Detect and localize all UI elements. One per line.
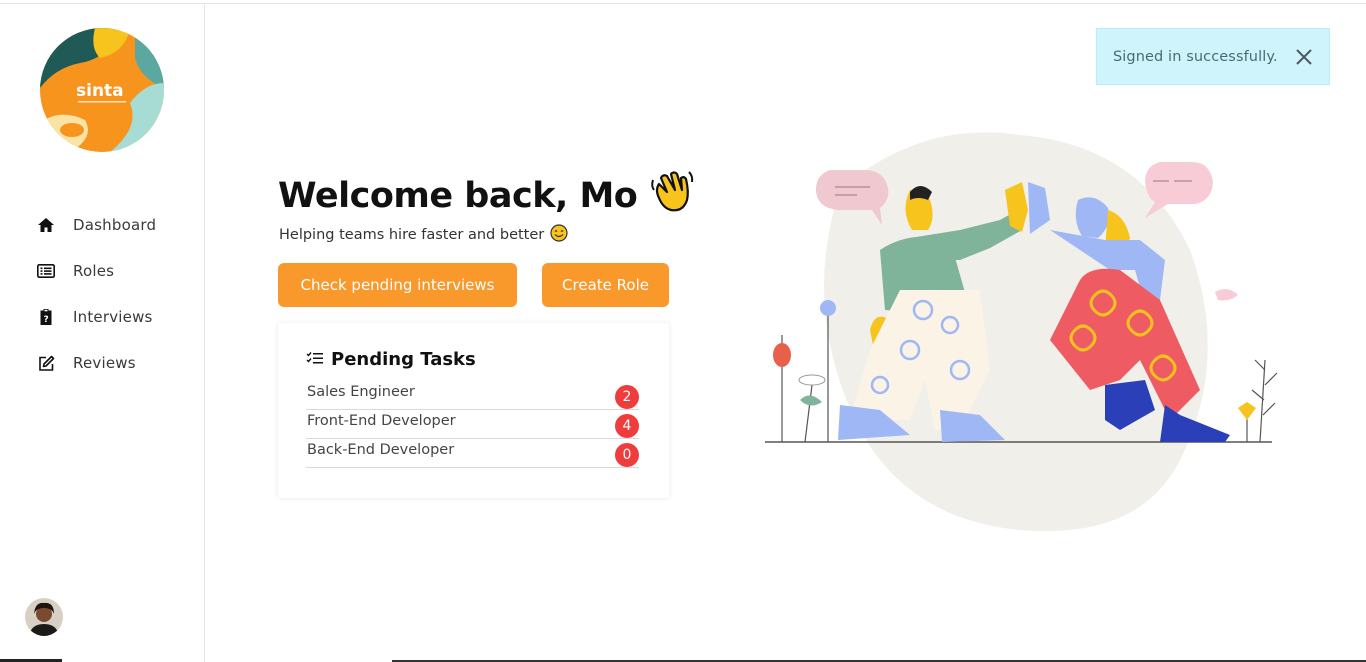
task-row-back-end-developer[interactable]: Back-End Developer 0 bbox=[306, 439, 639, 468]
check-pending-interviews-button[interactable]: Check pending interviews bbox=[278, 263, 517, 307]
pending-tasks-title: Pending Tasks bbox=[331, 349, 476, 370]
create-role-button[interactable]: Create Role bbox=[542, 263, 669, 307]
pending-tasks-card: Pending Tasks Sales Engineer 2 Front-End… bbox=[278, 323, 669, 498]
count-badge: 4 bbox=[615, 414, 639, 438]
count-badge: 0 bbox=[615, 443, 639, 467]
svg-text:?: ? bbox=[44, 315, 49, 325]
welcome-section: Welcome back, Mo bbox=[278, 168, 695, 223]
task-name: Back-End Developer bbox=[307, 442, 455, 458]
count-badge: 2 bbox=[615, 385, 639, 409]
page-title: Welcome back, Mo bbox=[278, 168, 695, 223]
high-five-illustration bbox=[760, 130, 1280, 540]
sidebar-item-label: Dashboard bbox=[73, 216, 157, 234]
waving-hand-icon bbox=[649, 168, 695, 223]
task-name: Front-End Developer bbox=[307, 413, 456, 429]
toast-message: Signed in successfully. bbox=[1113, 48, 1278, 65]
welcome-subtitle: Helping teams hire faster and better bbox=[279, 224, 568, 246]
toast-notification: Signed in successfully. bbox=[1096, 28, 1330, 85]
checklist-icon bbox=[306, 349, 323, 370]
sinta-logo[interactable]: sinta bbox=[40, 28, 164, 152]
close-icon[interactable] bbox=[1295, 48, 1313, 66]
sidebar-item-roles[interactable]: Roles bbox=[36, 248, 156, 294]
sidebar-item-label: Reviews bbox=[73, 354, 136, 372]
smiling-face-icon bbox=[550, 224, 568, 246]
pending-tasks-list: Sales Engineer 2 Front-End Developer 4 B… bbox=[306, 381, 639, 468]
list-icon bbox=[36, 261, 56, 281]
sidebar-nav: Dashboard Roles ? Interviews Reviews bbox=[36, 202, 156, 386]
sidebar-item-label: Roles bbox=[73, 262, 115, 280]
sidebar: sinta Dashboard Roles ? Interviews Revie… bbox=[0, 4, 205, 662]
user-avatar[interactable] bbox=[25, 598, 63, 636]
clipboard-icon: ? bbox=[36, 307, 56, 327]
logo-text: sinta bbox=[76, 81, 124, 101]
edit-icon bbox=[36, 353, 56, 373]
welcome-title: Welcome back, Mo bbox=[278, 175, 638, 216]
sidebar-item-label: Interviews bbox=[73, 308, 153, 326]
sidebar-item-interviews[interactable]: ? Interviews bbox=[36, 294, 156, 340]
sidebar-item-reviews[interactable]: Reviews bbox=[36, 340, 156, 386]
sidebar-item-dashboard[interactable]: Dashboard bbox=[36, 202, 156, 248]
task-row-sales-engineer[interactable]: Sales Engineer 2 bbox=[306, 381, 639, 410]
task-row-front-end-developer[interactable]: Front-End Developer 4 bbox=[306, 410, 639, 439]
home-icon bbox=[36, 215, 56, 235]
subtitle-text: Helping teams hire faster and better bbox=[279, 227, 545, 243]
pending-tasks-header: Pending Tasks bbox=[306, 349, 476, 370]
task-name: Sales Engineer bbox=[307, 384, 415, 400]
